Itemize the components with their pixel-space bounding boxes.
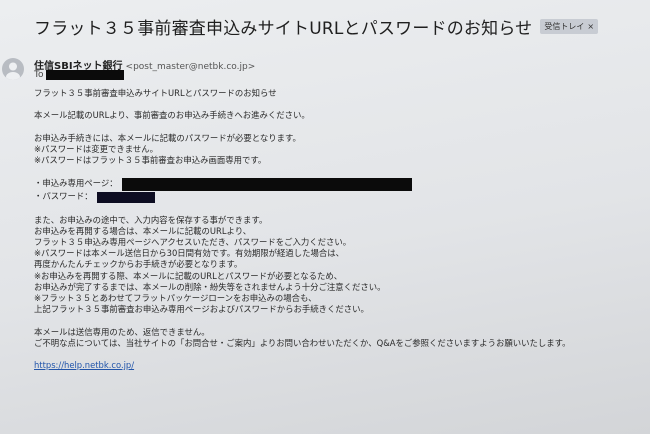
body-line: また、お申込みの途中で、入力内容を保存する事ができます。 bbox=[34, 214, 268, 225]
body-line: 再度かんたんチェックからお手続きが必要となります。 bbox=[34, 259, 243, 270]
to-label: To bbox=[34, 70, 44, 80]
body-line: 本メールは送信専用のため、返信できません。 bbox=[34, 326, 210, 337]
recipient-row: To bbox=[34, 70, 125, 80]
redacted-recipient bbox=[46, 70, 125, 80]
body-line: ※フラット３５とあわせてフラットパッケージローンをお申込みの場合も、 bbox=[34, 293, 317, 303]
inbox-label-badge[interactable]: 受信トレイ × bbox=[540, 19, 599, 34]
redacted-password bbox=[96, 191, 155, 203]
body-line: 上記フラット３５事前審査お申込み専用ページおよびパスワードからお手続きください。 bbox=[34, 304, 369, 315]
body-line: フラット３５事前審査申込みサイトURLとパスワードのお知らせ bbox=[34, 88, 277, 98]
body-line: ※パスワードは変更できません。 bbox=[34, 143, 159, 154]
email-subject: フラット３５事前審査申込みサイトURLとパスワードのお知らせ bbox=[34, 19, 533, 39]
email-body: フラット３５事前審査申込みサイトURLとパスワードのお知らせ 本メール記載のUR… bbox=[34, 88, 644, 371]
body-line: フラット３５申込み専用ページへアクセスいただき、パスワードをご入力ください。 bbox=[34, 237, 352, 248]
remove-label-icon[interactable]: × bbox=[587, 22, 594, 31]
subject-row: フラット３５事前審査申込みサイトURLとパスワードのお知らせ 受信トレイ × bbox=[34, 14, 599, 39]
body-line: お申込みが完了するまでは、本メールの削除・紛失等をされませんよう十分ご注意くださ… bbox=[34, 281, 386, 292]
body-line: ご不明な点については、当社サイトの「お問合せ・ご案内」よりお問い合わせいただくか… bbox=[34, 337, 571, 348]
password-row: ・パスワード： bbox=[34, 191, 644, 204]
body-line: お申込みを再開する場合は、本メールに記載のURLより、 bbox=[34, 225, 252, 236]
application-url-row: ・申込み専用ページ： bbox=[34, 177, 644, 191]
redacted-application-url[interactable] bbox=[121, 177, 412, 191]
sender-avatar[interactable] bbox=[2, 58, 24, 80]
person-icon bbox=[6, 62, 20, 80]
url-label: ・申込み専用ページ： bbox=[34, 178, 118, 189]
body-line: ※パスワードはフラット３５事前審査お申込み画面専用です。 bbox=[34, 155, 267, 166]
email-view: フラット３５事前審査申込みサイトURLとパスワードのお知らせ 受信トレイ × 住… bbox=[0, 0, 650, 434]
body-line: ※お申込みを再開する際、本メールに記載のURLとパスワードが必要となるため、 bbox=[34, 270, 343, 281]
body-line: ※パスワードは本メール送信日から30日間有効です。有効期限が経過した場合は、 bbox=[34, 248, 344, 259]
help-site-link[interactable]: https://help.netbk.co.jp/ bbox=[34, 360, 134, 370]
password-label: ・パスワード： bbox=[34, 191, 93, 202]
sender-email: <post_master@netbk.co.jp> bbox=[125, 62, 256, 72]
inbox-label-text: 受信トレイ bbox=[544, 22, 585, 31]
body-line: お申込み手続きには、本メールに記載のパスワードが必要となります。 bbox=[34, 132, 301, 143]
body-line: 本メール記載のURLより、事前審査のお申込み手続きへお進みください。 bbox=[34, 110, 310, 121]
